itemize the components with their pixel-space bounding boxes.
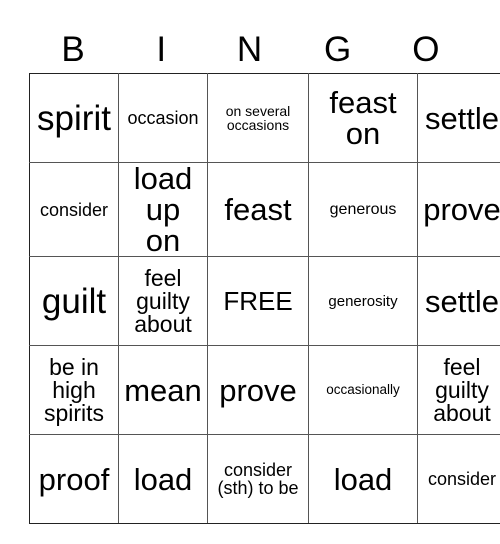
bingo-cell[interactable]: generosity: [308, 256, 418, 346]
bingo-row: consider load up on feast generous prove: [29, 162, 500, 257]
bingo-cell[interactable]: prove: [207, 345, 309, 435]
bingo-cell[interactable]: spirit: [29, 73, 119, 163]
header-letter-n: N: [236, 30, 263, 69]
bingo-cell[interactable]: consider: [29, 162, 119, 257]
bingo-cell[interactable]: prove: [417, 162, 500, 257]
bingo-row: be in high spirits mean prove occasional…: [29, 345, 500, 435]
bingo-cell[interactable]: proof: [29, 434, 119, 524]
bingo-cell[interactable]: settle: [417, 256, 500, 346]
bingo-cell[interactable]: settle: [417, 73, 500, 163]
header-letter-b: B: [61, 30, 85, 69]
bingo-cell[interactable]: generous: [308, 162, 418, 257]
bingo-cell[interactable]: mean: [118, 345, 208, 435]
bingo-row: proof load consider (sth) to be load con…: [29, 434, 500, 524]
bingo-card: spirit occasion on several occasions fea…: [29, 73, 500, 524]
bingo-cell[interactable]: feel guilty about: [417, 345, 500, 435]
bingo-cell[interactable]: occasionally: [308, 345, 418, 435]
bingo-cell[interactable]: guilt: [29, 256, 119, 346]
header-letter-i: I: [156, 30, 167, 69]
bingo-cell[interactable]: be in high spirits: [29, 345, 119, 435]
bingo-cell[interactable]: load up on: [118, 162, 208, 257]
bingo-cell[interactable]: feel guilty about: [118, 256, 208, 346]
free-space[interactable]: FREE: [207, 256, 309, 346]
bingo-cell[interactable]: load: [118, 434, 208, 524]
bingo-row: guilt feel guilty about FREE generosity …: [29, 256, 500, 346]
header-letter-o: O: [412, 30, 440, 69]
bingo-cell[interactable]: consider: [417, 434, 500, 524]
bingo-row: spirit occasion on several occasions fea…: [29, 73, 500, 163]
bingo-cell[interactable]: load: [308, 434, 418, 524]
bingo-cell[interactable]: occasion: [118, 73, 208, 163]
bingo-cell[interactable]: feast on: [308, 73, 418, 163]
bingo-header: B I N G O: [29, 28, 470, 72]
bingo-cell[interactable]: consider (sth) to be: [207, 434, 309, 524]
bingo-cell[interactable]: on several occasions: [207, 73, 309, 163]
header-letter-g: G: [324, 30, 352, 69]
bingo-cell[interactable]: feast: [207, 162, 309, 257]
